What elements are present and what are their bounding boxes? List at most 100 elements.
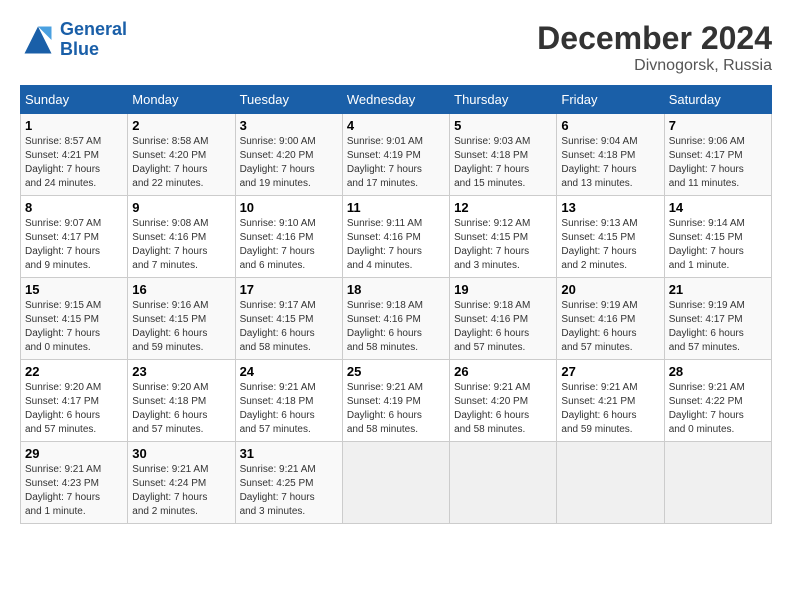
calendar-cell: 14 Sunrise: 9:14 AM Sunset: 4:15 PM Dayli… <box>664 196 771 278</box>
calendar-cell: 9 Sunrise: 9:08 AM Sunset: 4:16 PM Daylig… <box>128 196 235 278</box>
day-info: Sunrise: 9:21 AM Sunset: 4:20 PM Dayligh… <box>454 381 552 437</box>
day-info: Sunrise: 9:01 AM Sunset: 4:19 PM Dayligh… <box>347 135 445 191</box>
calendar-week-5: 29 Sunrise: 9:21 AM Sunset: 4:23 PM Dayli… <box>21 442 772 524</box>
day-info: Sunrise: 9:11 AM Sunset: 4:16 PM Dayligh… <box>347 217 445 273</box>
day-info: Sunrise: 9:14 AM Sunset: 4:15 PM Dayligh… <box>669 217 767 273</box>
day-number: 17 <box>240 282 338 297</box>
calendar-body: 1 Sunrise: 8:57 AM Sunset: 4:21 PM Daylig… <box>21 114 772 524</box>
calendar-cell: 22 Sunrise: 9:20 AM Sunset: 4:17 PM Dayli… <box>21 360 128 442</box>
calendar-cell <box>342 442 449 524</box>
calendar-cell: 1 Sunrise: 8:57 AM Sunset: 4:21 PM Daylig… <box>21 114 128 196</box>
day-number: 3 <box>240 118 338 133</box>
calendar-cell <box>450 442 557 524</box>
calendar-cell: 8 Sunrise: 9:07 AM Sunset: 4:17 PM Daylig… <box>21 196 128 278</box>
day-number: 20 <box>561 282 659 297</box>
calendar-cell <box>664 442 771 524</box>
day-info: Sunrise: 9:21 AM Sunset: 4:24 PM Dayligh… <box>132 463 230 519</box>
day-info: Sunrise: 9:15 AM Sunset: 4:15 PM Dayligh… <box>25 299 123 355</box>
calendar: SundayMondayTuesdayWednesdayThursdayFrid… <box>20 85 772 524</box>
calendar-cell: 30 Sunrise: 9:21 AM Sunset: 4:24 PM Dayli… <box>128 442 235 524</box>
day-info: Sunrise: 9:00 AM Sunset: 4:20 PM Dayligh… <box>240 135 338 191</box>
calendar-week-3: 15 Sunrise: 9:15 AM Sunset: 4:15 PM Dayli… <box>21 278 772 360</box>
day-info: Sunrise: 9:04 AM Sunset: 4:18 PM Dayligh… <box>561 135 659 191</box>
calendar-cell: 19Sunrise: 9:18 AM Sunset: 4:16 PM Dayli… <box>450 278 557 360</box>
calendar-week-1: 1 Sunrise: 8:57 AM Sunset: 4:21 PM Daylig… <box>21 114 772 196</box>
logo: General Blue <box>20 20 127 60</box>
day-number: 13 <box>561 200 659 215</box>
weekday-header: SundayMondayTuesdayWednesdayThursdayFrid… <box>21 86 772 114</box>
day-number: 10 <box>240 200 338 215</box>
main-title: December 2024 <box>537 20 772 57</box>
weekday-header-saturday: Saturday <box>664 86 771 114</box>
calendar-cell: 27Sunrise: 9:21 AM Sunset: 4:21 PM Dayli… <box>557 360 664 442</box>
day-number: 1 <box>25 118 123 133</box>
calendar-cell: 5Sunrise: 9:03 AM Sunset: 4:18 PM Daylig… <box>450 114 557 196</box>
calendar-cell: 2 Sunrise: 8:58 AM Sunset: 4:20 PM Daylig… <box>128 114 235 196</box>
day-number: 19 <box>454 282 552 297</box>
calendar-cell: 28Sunrise: 9:21 AM Sunset: 4:22 PM Dayli… <box>664 360 771 442</box>
calendar-week-4: 22 Sunrise: 9:20 AM Sunset: 4:17 PM Dayli… <box>21 360 772 442</box>
calendar-cell: 16 Sunrise: 9:16 AM Sunset: 4:15 PM Dayli… <box>128 278 235 360</box>
day-number: 22 <box>25 364 123 379</box>
day-info: Sunrise: 8:58 AM Sunset: 4:20 PM Dayligh… <box>132 135 230 191</box>
calendar-cell: 12Sunrise: 9:12 AM Sunset: 4:15 PM Dayli… <box>450 196 557 278</box>
day-info: Sunrise: 9:21 AM Sunset: 4:25 PM Dayligh… <box>240 463 338 519</box>
day-number: 31 <box>240 446 338 461</box>
weekday-header-friday: Friday <box>557 86 664 114</box>
day-info: Sunrise: 9:21 AM Sunset: 4:18 PM Dayligh… <box>240 381 338 437</box>
day-info: Sunrise: 9:21 AM Sunset: 4:23 PM Dayligh… <box>25 463 123 519</box>
calendar-cell: 4 Sunrise: 9:01 AM Sunset: 4:19 PM Daylig… <box>342 114 449 196</box>
day-number: 30 <box>132 446 230 461</box>
day-number: 25 <box>347 364 445 379</box>
day-info: Sunrise: 8:57 AM Sunset: 4:21 PM Dayligh… <box>25 135 123 191</box>
day-number: 14 <box>669 200 767 215</box>
day-number: 24 <box>240 364 338 379</box>
day-info: Sunrise: 9:21 AM Sunset: 4:21 PM Dayligh… <box>561 381 659 437</box>
day-number: 4 <box>347 118 445 133</box>
day-info: Sunrise: 9:17 AM Sunset: 4:15 PM Dayligh… <box>240 299 338 355</box>
day-number: 2 <box>132 118 230 133</box>
calendar-cell: 18 Sunrise: 9:18 AM Sunset: 4:16 PM Dayli… <box>342 278 449 360</box>
calendar-cell: 20 Sunrise: 9:19 AM Sunset: 4:16 PM Dayli… <box>557 278 664 360</box>
day-info: Sunrise: 9:19 AM Sunset: 4:17 PM Dayligh… <box>669 299 767 355</box>
day-number: 28 <box>669 364 767 379</box>
calendar-cell: 3 Sunrise: 9:00 AM Sunset: 4:20 PM Daylig… <box>235 114 342 196</box>
calendar-cell: 24 Sunrise: 9:21 AM Sunset: 4:18 PM Dayli… <box>235 360 342 442</box>
day-info: Sunrise: 9:20 AM Sunset: 4:17 PM Dayligh… <box>25 381 123 437</box>
weekday-header-wednesday: Wednesday <box>342 86 449 114</box>
calendar-cell: 29 Sunrise: 9:21 AM Sunset: 4:23 PM Dayli… <box>21 442 128 524</box>
day-number: 7 <box>669 118 767 133</box>
weekday-header-monday: Monday <box>128 86 235 114</box>
day-info: Sunrise: 9:03 AM Sunset: 4:18 PM Dayligh… <box>454 135 552 191</box>
day-info: Sunrise: 9:20 AM Sunset: 4:18 PM Dayligh… <box>132 381 230 437</box>
day-number: 16 <box>132 282 230 297</box>
day-info: Sunrise: 9:19 AM Sunset: 4:16 PM Dayligh… <box>561 299 659 355</box>
calendar-cell: 31 Sunrise: 9:21 AM Sunset: 4:25 PM Dayli… <box>235 442 342 524</box>
day-number: 15 <box>25 282 123 297</box>
calendar-cell: 7Sunrise: 9:06 AM Sunset: 4:17 PM Daylig… <box>664 114 771 196</box>
day-info: Sunrise: 9:08 AM Sunset: 4:16 PM Dayligh… <box>132 217 230 273</box>
calendar-cell: 15 Sunrise: 9:15 AM Sunset: 4:15 PM Dayli… <box>21 278 128 360</box>
weekday-header-sunday: Sunday <box>21 86 128 114</box>
calendar-week-2: 8 Sunrise: 9:07 AM Sunset: 4:17 PM Daylig… <box>21 196 772 278</box>
day-number: 23 <box>132 364 230 379</box>
day-number: 12 <box>454 200 552 215</box>
day-number: 11 <box>347 200 445 215</box>
day-info: Sunrise: 9:16 AM Sunset: 4:15 PM Dayligh… <box>132 299 230 355</box>
day-info: Sunrise: 9:18 AM Sunset: 4:16 PM Dayligh… <box>347 299 445 355</box>
day-number: 8 <box>25 200 123 215</box>
day-info: Sunrise: 9:13 AM Sunset: 4:15 PM Dayligh… <box>561 217 659 273</box>
day-number: 18 <box>347 282 445 297</box>
title-area: December 2024 Divnogorsk, Russia <box>537 20 772 75</box>
day-info: Sunrise: 9:07 AM Sunset: 4:17 PM Dayligh… <box>25 217 123 273</box>
day-number: 9 <box>132 200 230 215</box>
calendar-cell: 23 Sunrise: 9:20 AM Sunset: 4:18 PM Dayli… <box>128 360 235 442</box>
day-number: 29 <box>25 446 123 461</box>
logo-text: General Blue <box>60 20 127 60</box>
calendar-cell: 17 Sunrise: 9:17 AM Sunset: 4:15 PM Dayli… <box>235 278 342 360</box>
calendar-cell: 13 Sunrise: 9:13 AM Sunset: 4:15 PM Dayli… <box>557 196 664 278</box>
subtitle: Divnogorsk, Russia <box>537 57 772 75</box>
calendar-cell: 11 Sunrise: 9:11 AM Sunset: 4:16 PM Dayli… <box>342 196 449 278</box>
calendar-cell: 10Sunrise: 9:10 AM Sunset: 4:16 PM Dayli… <box>235 196 342 278</box>
calendar-cell: 26Sunrise: 9:21 AM Sunset: 4:20 PM Dayli… <box>450 360 557 442</box>
